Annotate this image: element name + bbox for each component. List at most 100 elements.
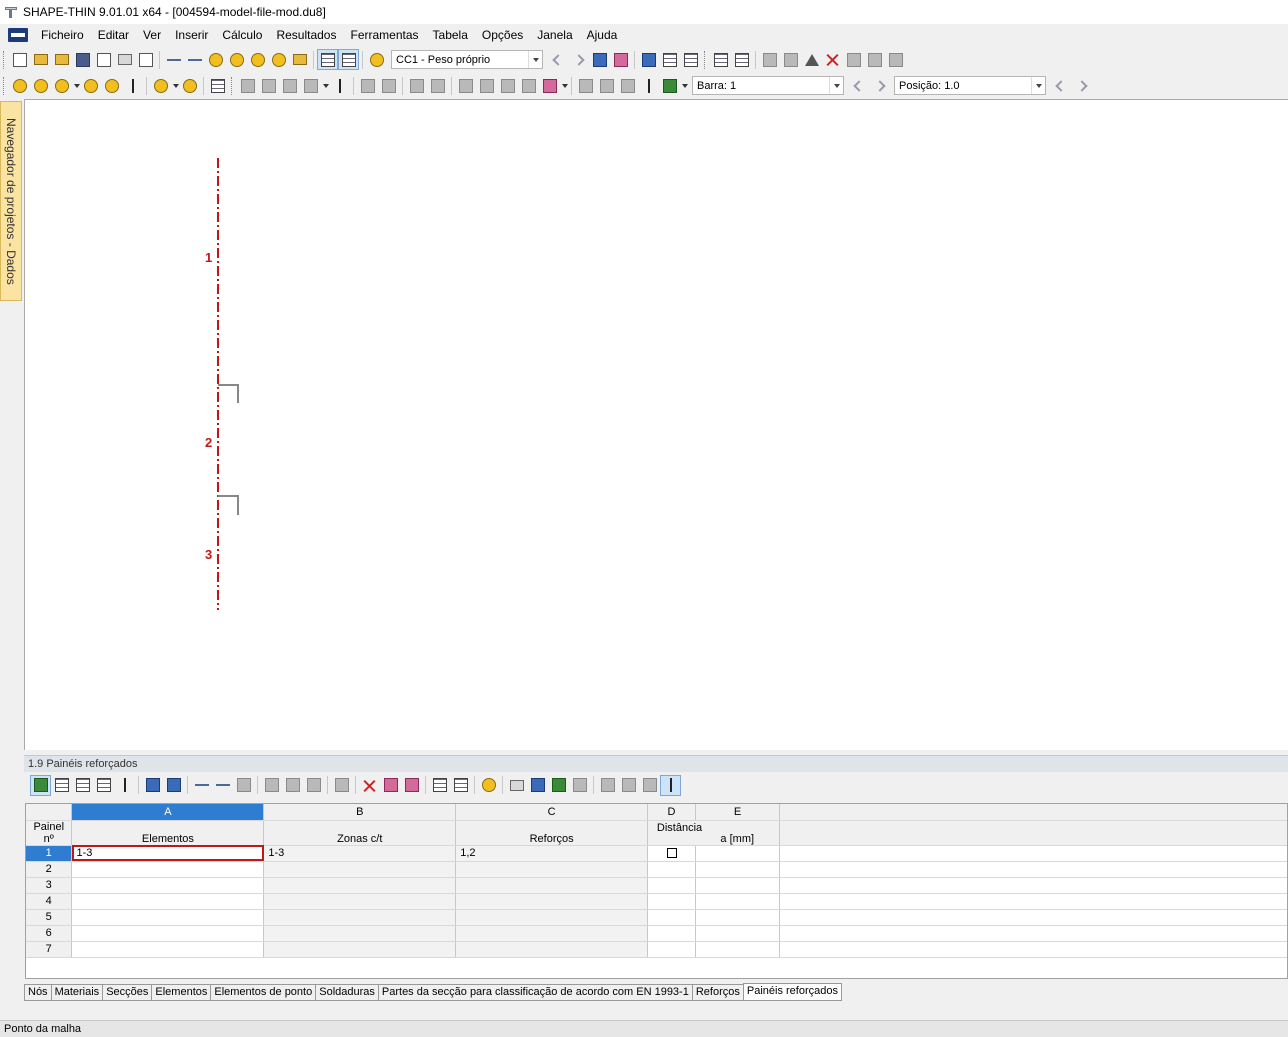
table-redo-button[interactable] (212, 775, 233, 796)
warping-button[interactable] (406, 75, 427, 96)
menu-inserir[interactable]: Inserir (168, 25, 215, 45)
color-scale-button[interactable] (659, 75, 680, 96)
i-section-toggle-button[interactable] (660, 774, 681, 796)
cell-checkbox[interactable] (647, 909, 697, 926)
menu-tabela[interactable]: Tabela (426, 25, 475, 45)
rotate-view-button[interactable] (780, 49, 801, 70)
stiffener-1[interactable] (218, 384, 239, 403)
bar-select[interactable]: Barra: 1 (692, 76, 844, 95)
tab-reforcos[interactable]: Reforços (691, 984, 743, 1001)
table-edit-button[interactable] (478, 775, 499, 796)
windows-button[interactable] (289, 49, 310, 70)
cell-elementos[interactable] (71, 877, 265, 894)
cell-zonas[interactable] (263, 941, 457, 958)
measure-button[interactable] (759, 49, 780, 70)
clear-table-button[interactable] (331, 775, 352, 796)
cell-distancia[interactable] (695, 941, 780, 958)
position-select[interactable]: Posição: 1.0 (894, 76, 1046, 95)
tab-paineis-reforcados[interactable]: Painéis reforçados (742, 983, 842, 1001)
cell-elementos[interactable] (71, 893, 265, 910)
table-columns-button[interactable] (450, 775, 471, 796)
table-row[interactable]: 2 (26, 861, 1287, 878)
chevron-down-icon[interactable] (682, 83, 688, 88)
column-letter-c[interactable]: C (455, 804, 649, 821)
table-row[interactable]: 5 (26, 909, 1287, 926)
next-load-case-button[interactable] (568, 49, 589, 70)
cell-reforcos[interactable] (455, 893, 649, 910)
table-row[interactable]: 3 (26, 877, 1287, 894)
table-grid[interactable]: A B C D E Painel nº Elementos Zonas c/t … (25, 803, 1288, 979)
row-number[interactable]: 7 (26, 941, 73, 958)
cell-reforcos[interactable] (455, 861, 649, 878)
previous-position-button[interactable] (1050, 75, 1071, 96)
cell-checkbox[interactable] (647, 893, 697, 910)
cell-distancia[interactable] (695, 893, 780, 910)
section-view-button[interactable] (659, 49, 680, 70)
static-moment-su-button[interactable] (357, 75, 378, 96)
percent-button[interactable] (518, 75, 539, 96)
dimension-button[interactable] (150, 75, 171, 96)
menu-ficheiro[interactable]: Ficheiro (34, 25, 91, 45)
result-values-button[interactable] (610, 49, 631, 70)
table-view-button[interactable] (317, 49, 338, 70)
menu-resultados[interactable]: Resultados (269, 25, 343, 45)
toolbar-grip[interactable] (3, 76, 6, 95)
cell-elementos[interactable] (71, 909, 265, 926)
cell-checkbox[interactable] (647, 845, 697, 862)
table-calculate-button[interactable] (527, 775, 548, 796)
cell-zonas[interactable] (263, 925, 457, 942)
tab-materiais[interactable]: Materiais (50, 984, 103, 1001)
section-part-table-button[interactable] (114, 775, 135, 796)
toolbar-grip[interactable] (704, 50, 707, 69)
tab-seccoes[interactable]: Secções (102, 984, 152, 1001)
previous-table-button[interactable] (142, 775, 163, 796)
tab-nos[interactable]: Nós (24, 984, 51, 1001)
cell-elementos[interactable] (71, 861, 265, 878)
checkbox[interactable] (666, 848, 677, 859)
sigma-x-button[interactable] (455, 75, 476, 96)
menu-opcoes[interactable]: Opções (475, 25, 530, 45)
cell-elementos[interactable]: 1-3 (71, 845, 265, 862)
copy-row-button[interactable] (261, 775, 282, 796)
print-graphic-button[interactable] (135, 49, 156, 70)
table-refresh-button[interactable] (233, 775, 254, 796)
table-settings-button[interactable] (569, 775, 590, 796)
open-file-button[interactable] (30, 49, 51, 70)
load-case-button[interactable] (366, 49, 387, 70)
menu-ver[interactable]: Ver (136, 25, 168, 45)
previous-bar-button[interactable] (848, 75, 869, 96)
result-points-button[interactable] (596, 75, 617, 96)
cell-distancia[interactable] (695, 877, 780, 894)
swap-button[interactable] (401, 775, 422, 796)
paste-row-button[interactable] (282, 775, 303, 796)
cell-elementos[interactable] (71, 941, 265, 958)
element-button[interactable] (80, 75, 101, 96)
cell-checkbox[interactable] (647, 877, 697, 894)
cell-zonas[interactable]: 1-3 (263, 845, 457, 862)
redo-button[interactable] (184, 49, 205, 70)
previous-load-case-button[interactable] (547, 49, 568, 70)
zoom-all-button[interactable] (237, 75, 258, 96)
menu-ferramentas[interactable]: Ferramentas (343, 25, 425, 45)
search-button[interactable] (226, 49, 247, 70)
tau-button[interactable] (476, 75, 497, 96)
section-results-button[interactable] (680, 49, 701, 70)
mesh-points-button[interactable] (731, 49, 752, 70)
warping-s-button[interactable] (427, 75, 448, 96)
static-moment-sv-button[interactable] (378, 75, 399, 96)
cell-distancia[interactable] (695, 925, 780, 942)
reinforcement-button[interactable] (101, 75, 122, 96)
tab-elementos[interactable]: Elementos (151, 984, 211, 1001)
zoom-window-button[interactable] (258, 75, 279, 96)
cell-reforcos[interactable] (455, 877, 649, 894)
cell-zonas[interactable] (263, 877, 457, 894)
cell-zonas[interactable] (263, 909, 457, 926)
tab-elementos-de-ponto[interactable]: Elementos de ponto (210, 984, 316, 1001)
append-row-button[interactable] (72, 775, 93, 796)
result-table-button[interactable] (617, 75, 638, 96)
coordinates-button[interactable] (179, 75, 200, 96)
cell-zonas[interactable] (263, 893, 457, 910)
project-navigator-tab[interactable]: Navegador de projetos - Dados (0, 101, 22, 301)
mesh-button[interactable] (710, 49, 731, 70)
row-number[interactable]: 2 (26, 861, 73, 878)
